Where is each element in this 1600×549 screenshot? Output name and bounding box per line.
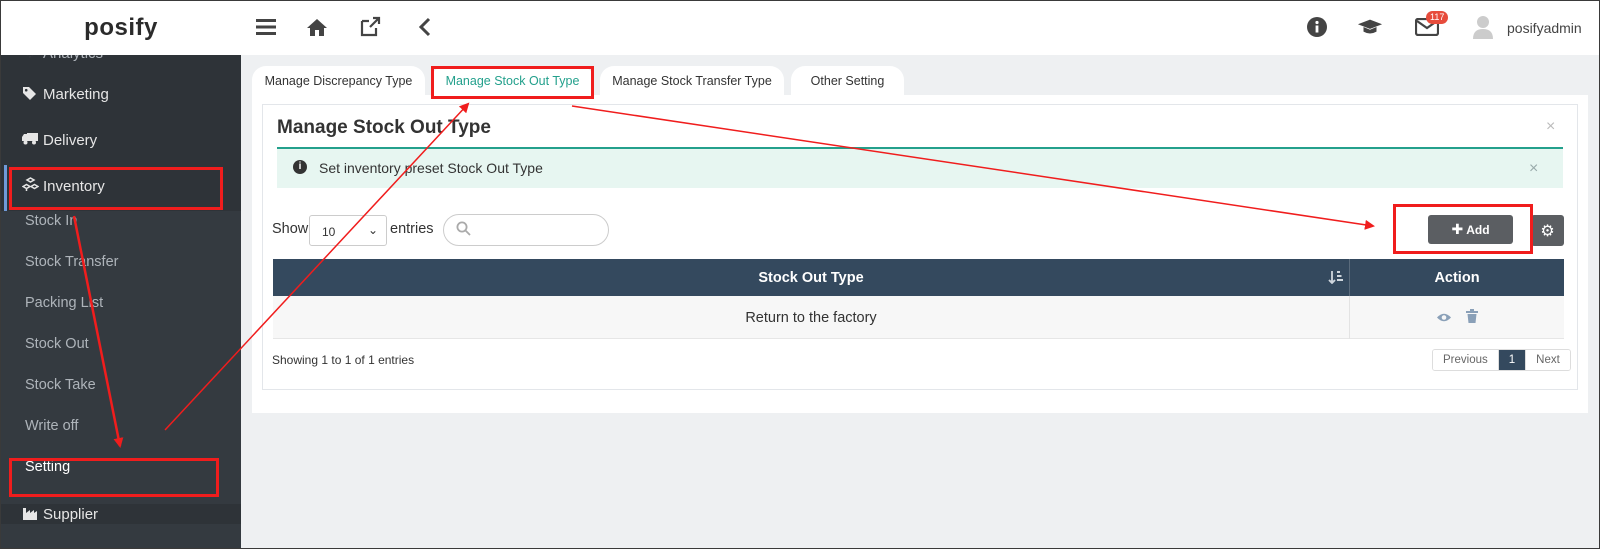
table-row[interactable]: Return to the factory: [273, 296, 1564, 339]
user-name[interactable]: posifyadmin: [1507, 20, 1582, 36]
info-circle-icon: i: [293, 160, 307, 174]
page-title: Manage Stock Out Type: [277, 117, 491, 138]
cell-stock-out-type: Return to the factory: [745, 309, 877, 326]
entries-label: entries: [390, 221, 434, 237]
info-alert: i Set inventory preset Stock Out Type ×: [277, 147, 1563, 188]
tag-icon: [21, 86, 39, 103]
home-icon[interactable]: [304, 14, 330, 40]
factory-icon: [21, 506, 39, 523]
external-link-icon[interactable]: [357, 14, 383, 40]
truck-icon: [21, 132, 39, 148]
tab-label: Manage Stock Transfer Type: [612, 74, 772, 88]
hamburger-icon[interactable]: [253, 14, 279, 40]
logo-text: posify: [84, 14, 158, 41]
search-icon: [456, 221, 471, 239]
alert-text: Set inventory preset Stock Out Type: [319, 160, 543, 176]
settings-button[interactable]: ⚙: [1531, 215, 1564, 246]
annotation-box-setting: [9, 458, 219, 497]
page-1-button[interactable]: 1: [1497, 350, 1526, 370]
table-info: Showing 1 to 1 of 1 entries: [272, 353, 415, 367]
info-icon[interactable]: [1304, 14, 1330, 40]
trash-icon[interactable]: [1466, 309, 1478, 326]
annotation-box-add: [1393, 204, 1533, 254]
tab-label: Other Setting: [810, 74, 885, 88]
annotation-box-inventory: [9, 167, 223, 210]
sidebar-item-delivery[interactable]: Delivery: [1, 130, 241, 150]
entries-value: 10: [322, 225, 336, 239]
avatar[interactable]: [1470, 14, 1496, 40]
previous-button[interactable]: Previous: [1433, 350, 1498, 370]
sidebar-item-supplier[interactable]: Supplier: [1, 504, 241, 524]
column-header-action: Action: [1434, 269, 1480, 286]
submenu-item-stock-out[interactable]: Stock Out: [25, 336, 89, 352]
submenu-item-packing-list[interactable]: Packing List: [25, 295, 103, 311]
submenu-item-stock-in[interactable]: Stock In: [25, 213, 77, 229]
tab-label: Manage Discrepancy Type: [264, 74, 413, 88]
table-header: Stock Out Type Action: [273, 259, 1564, 296]
sidebar-item-label: Delivery: [43, 131, 98, 149]
tab-other-setting[interactable]: Other Setting: [791, 66, 904, 96]
annotation-box-tab: [431, 66, 594, 99]
sidebar-item-label: Marketing: [43, 85, 109, 103]
search-input[interactable]: [443, 214, 609, 246]
mail-badge: 117: [1426, 11, 1449, 24]
sidebar-item-label: Supplier: [43, 505, 99, 523]
next-button[interactable]: Next: [1525, 350, 1570, 370]
pagination: Previous 1 Next: [1432, 349, 1571, 371]
chevron-down-icon: ⌄: [367, 223, 378, 237]
top-bar: [241, 1, 1599, 55]
chevron-left-icon[interactable]: [412, 14, 438, 40]
tab-manage-discrepancy-type[interactable]: Manage Discrepancy Type: [252, 66, 425, 96]
graduation-cap-icon[interactable]: [1357, 14, 1383, 40]
cell-actions: [1350, 296, 1564, 339]
sort-icon[interactable]: [1328, 270, 1344, 287]
logo[interactable]: posify: [1, 1, 241, 55]
tab-manage-stock-transfer-type[interactable]: Manage Stock Transfer Type: [600, 66, 784, 96]
submenu-item-stock-transfer[interactable]: Stock Transfer: [25, 254, 118, 270]
submenu-item-write-off[interactable]: Write off: [25, 418, 78, 434]
column-header-stock-out-type[interactable]: Stock Out Type: [273, 259, 1349, 296]
entries-select[interactable]: 10 ⌄: [309, 215, 387, 246]
show-label: Show: [272, 221, 309, 237]
submenu-item-stock-take[interactable]: Stock Take: [25, 377, 96, 393]
eye-icon[interactable]: [1436, 310, 1452, 326]
gear-icon: ⚙: [1540, 222, 1555, 240]
sidebar-item-marketing[interactable]: Marketing: [1, 84, 241, 104]
inventory-submenu: Stock In Stock Transfer Packing List Sto…: [1, 211, 241, 548]
panel-close-icon[interactable]: ×: [1546, 118, 1555, 136]
alert-close-icon[interactable]: ×: [1529, 160, 1538, 178]
sidebar-item-analytics-partial: ◔Analytics: [1, 55, 241, 63]
